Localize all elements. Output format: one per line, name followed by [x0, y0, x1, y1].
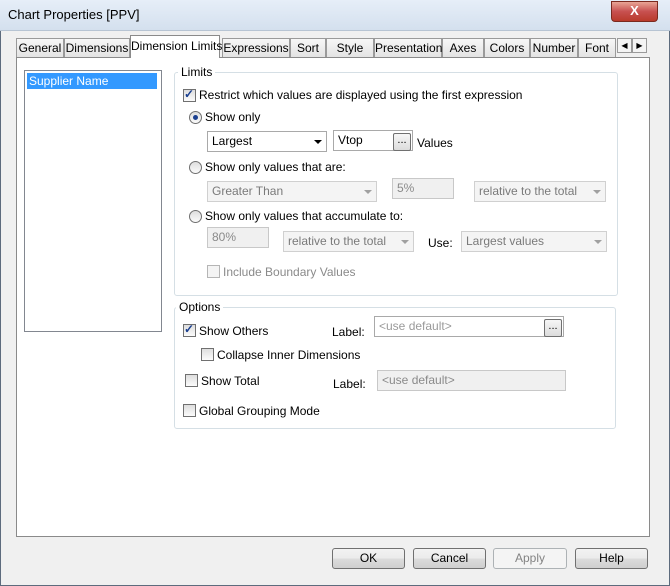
- tab-colors[interactable]: Colors: [484, 38, 530, 57]
- values-are-label: Show only values that are:: [205, 160, 346, 174]
- include-boundary-label: Include Boundary Values: [223, 265, 356, 279]
- show-others-checkbox[interactable]: [183, 322, 196, 337]
- collapse-inner-checkbox[interactable]: [201, 348, 214, 361]
- values-are-relative-combo[interactable]: relative to the total: [474, 181, 606, 202]
- include-boundary-checkbox[interactable]: [207, 265, 220, 278]
- values-are-relative-value: relative to the total: [479, 184, 578, 198]
- tab-font[interactable]: Font: [578, 38, 616, 57]
- chevron-down-icon: [594, 240, 602, 244]
- show-total-label: Show Total: [201, 374, 260, 388]
- accumulate-percent-text: 80%: [212, 230, 237, 244]
- others-label-placeholder: <use default>: [379, 319, 452, 333]
- show-only-radio[interactable]: [189, 111, 202, 124]
- use-combo-value: Largest values: [466, 234, 545, 248]
- show-only-combo-value: Largest: [212, 134, 253, 148]
- use-combo[interactable]: Largest values: [461, 231, 607, 252]
- tab-scroll-left-icon[interactable]: ◀: [617, 38, 632, 53]
- chevron-down-icon: [364, 190, 372, 194]
- tab-scroll-right-icon[interactable]: ▶: [632, 38, 647, 53]
- restrict-checkbox[interactable]: [183, 87, 196, 102]
- options-group-label: Options: [176, 300, 224, 314]
- show-only-combo[interactable]: Largest: [207, 131, 327, 152]
- total-label-label: Label:: [333, 377, 366, 391]
- values-label: Values: [417, 136, 453, 150]
- global-grouping-checkbox[interactable]: [183, 404, 196, 417]
- show-only-value-text: Vtop: [338, 133, 363, 147]
- values-are-combo-value: Greater Than: [212, 184, 284, 198]
- close-button[interactable]: X: [611, 1, 658, 22]
- help-button[interactable]: Help: [575, 548, 648, 569]
- total-label-field[interactable]: <use default>: [377, 370, 566, 391]
- dimension-list[interactable]: Supplier Name: [24, 70, 162, 332]
- others-label-expression-button[interactable]: ...: [544, 319, 562, 337]
- apply-button[interactable]: Apply: [493, 548, 567, 569]
- show-others-label: Show Others: [199, 324, 269, 338]
- tab-number[interactable]: Number: [530, 38, 578, 57]
- tab-dimension-limits[interactable]: Dimension Limits: [130, 35, 222, 58]
- accumulate-label: Show only values that accumulate to:: [205, 209, 404, 223]
- tab-axes[interactable]: Axes: [442, 38, 484, 57]
- values-are-combo[interactable]: Greater Than: [207, 181, 377, 202]
- tab-expressions[interactable]: Expressions: [222, 38, 290, 57]
- show-total-checkbox[interactable]: [185, 374, 198, 387]
- cancel-button[interactable]: Cancel: [413, 548, 486, 569]
- values-are-percent-text: 5%: [397, 181, 415, 195]
- limits-group-label: Limits: [178, 65, 216, 79]
- show-only-expression-button[interactable]: ...: [393, 133, 411, 151]
- list-item[interactable]: Supplier Name: [27, 73, 157, 89]
- global-grouping-label: Global Grouping Mode: [199, 404, 320, 418]
- chevron-down-icon: [401, 240, 409, 244]
- show-only-label: Show only: [205, 110, 261, 124]
- tab-style[interactable]: Style: [326, 38, 374, 57]
- chevron-down-icon: [314, 140, 322, 144]
- total-label-placeholder: <use default>: [382, 373, 455, 387]
- tab-presentation[interactable]: Presentation: [374, 38, 442, 57]
- accumulate-relative-value: relative to the total: [288, 234, 387, 248]
- tab-sort[interactable]: Sort: [290, 38, 326, 57]
- ok-button[interactable]: OK: [332, 548, 405, 569]
- window-title: Chart Properties [PPV]: [8, 7, 140, 22]
- title-bar: Chart Properties [PPV] X: [0, 0, 670, 31]
- tab-general[interactable]: General: [16, 38, 64, 57]
- others-label-label: Label:: [332, 325, 365, 339]
- use-label: Use:: [428, 236, 453, 250]
- values-are-percent-field[interactable]: 5%: [392, 178, 454, 199]
- accumulate-relative-combo[interactable]: relative to the total: [283, 231, 414, 252]
- accumulate-percent-field[interactable]: 80%: [207, 227, 269, 248]
- chevron-down-icon: [593, 190, 601, 194]
- restrict-label: Restrict which values are displayed usin…: [199, 88, 523, 102]
- others-label-field[interactable]: <use default>: [374, 316, 564, 337]
- collapse-inner-label: Collapse Inner Dimensions: [217, 348, 361, 362]
- values-are-radio[interactable]: [189, 161, 202, 174]
- accumulate-radio[interactable]: [189, 210, 202, 223]
- tab-dimensions[interactable]: Dimensions: [64, 38, 130, 57]
